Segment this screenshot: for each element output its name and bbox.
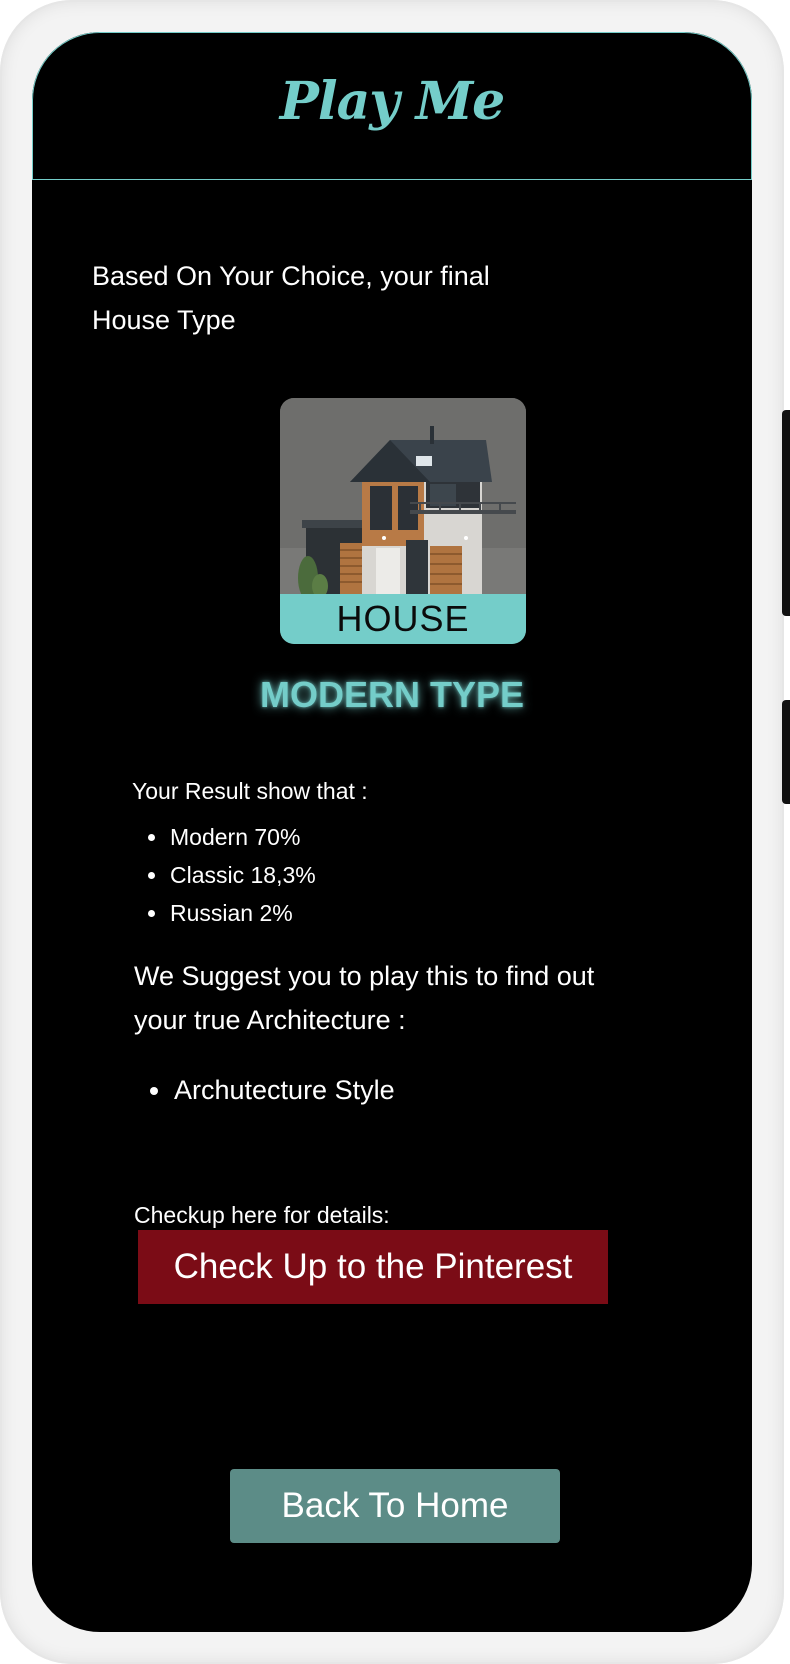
checkup-label: Checkup here for details: [134,1202,390,1228]
result-item-modern: Modern 70% [132,822,316,860]
result-item-russian: Russian 2% [132,898,316,936]
house-card: HOUSE [280,398,526,644]
suggestion-item-architecture-style: Archutecture Style [134,1072,395,1108]
app-title: Play Me [279,71,506,132]
suggestion-text: We Suggest you to play this to find out … [134,954,634,1042]
intro-line-2: House Type [92,305,236,335]
suggestion-list: Archutecture Style [134,1072,395,1108]
result-type-heading: MODERN TYPE [259,674,525,715]
house-illustration [280,398,526,594]
app-screen: Play Me Based On Your Choice, your final… [32,32,752,1632]
result-label: Your Result show that : [132,778,368,804]
intro-line-1: Based On Your Choice, your final [92,261,490,291]
pinterest-button[interactable]: Check Up to the Pinterest [138,1230,608,1304]
suggestion-line-2: your true Architecture : [134,1005,406,1035]
result-item-classic: Classic 18,3% [132,860,316,898]
back-to-home-button[interactable]: Back To Home [230,1469,560,1543]
app-header: Play Me [32,32,752,180]
intro-text: Based On Your Choice, your final House T… [92,254,532,342]
volume-button [782,410,790,616]
suggestion-line-1: We Suggest you to play this to find out [134,961,595,991]
power-button [782,700,790,804]
house-caption: HOUSE [280,594,526,644]
result-list: Modern 70% Classic 18,3% Russian 2% [132,822,316,936]
